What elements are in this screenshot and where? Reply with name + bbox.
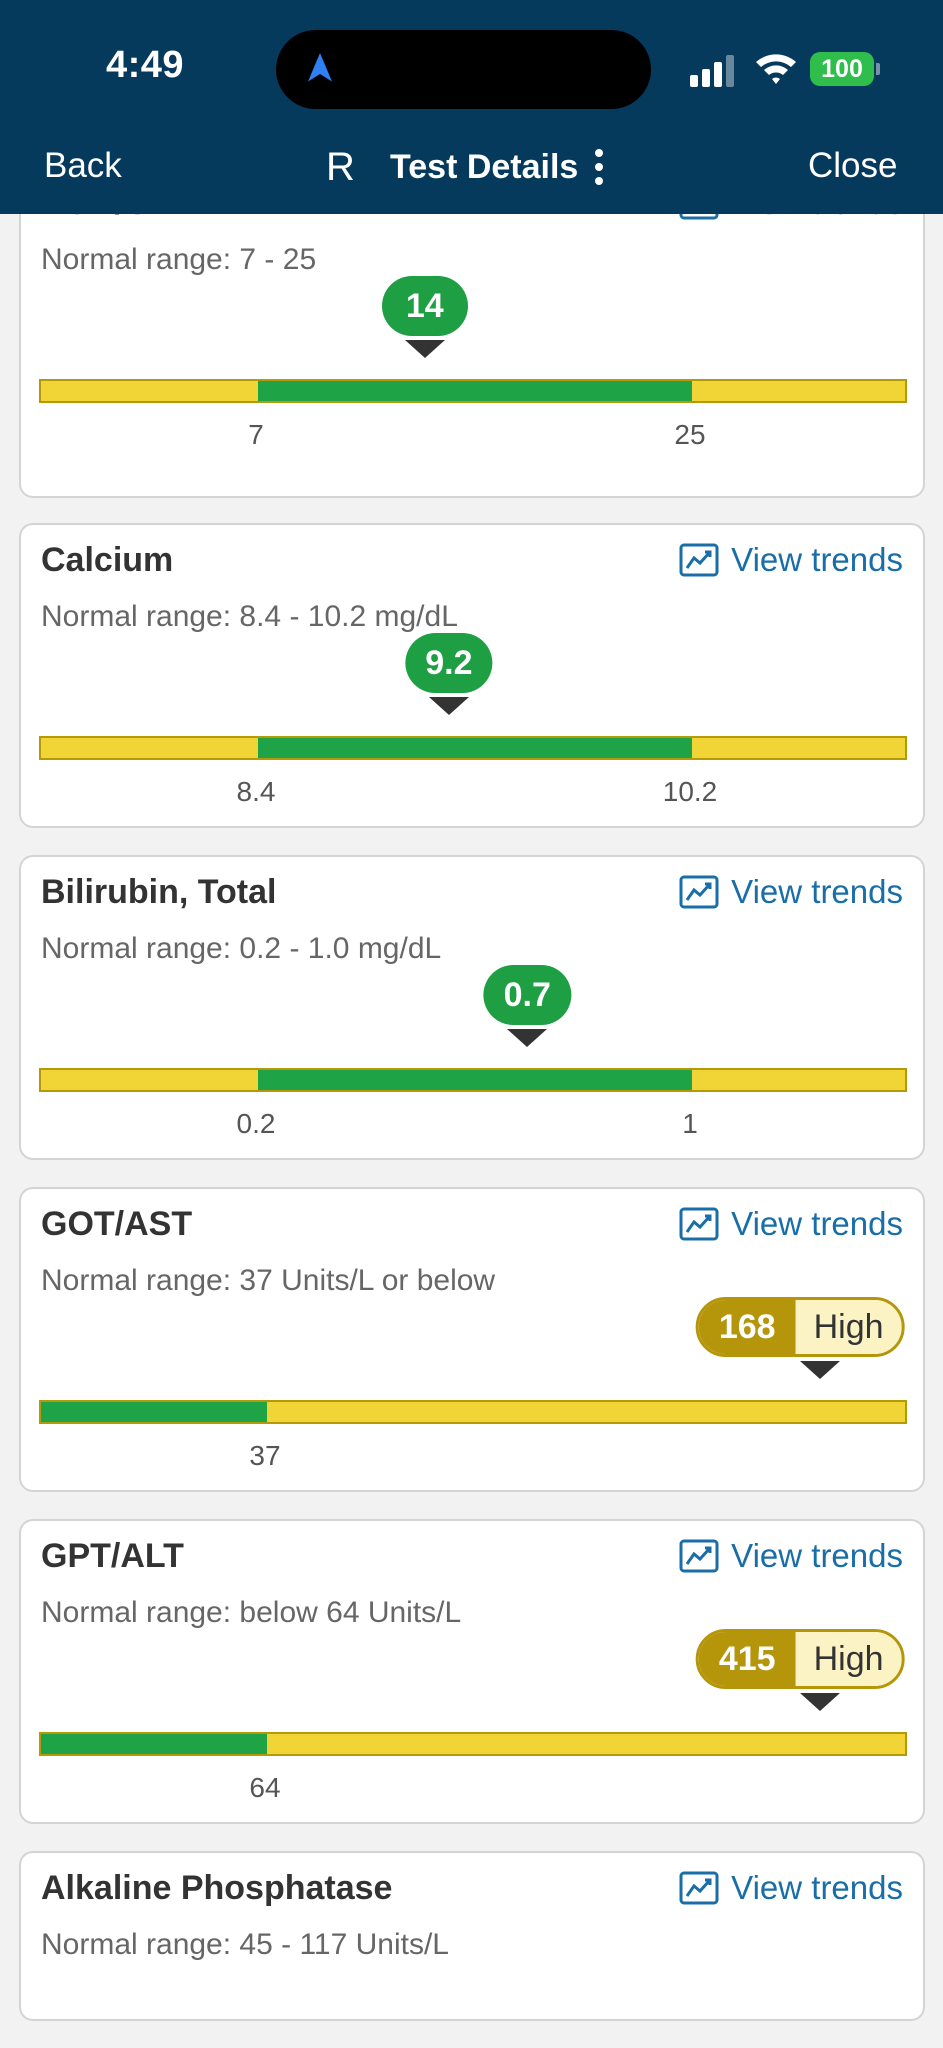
page-title: Test Details [390,147,579,186]
test-card: Alkaline Phosphatase View trends Normal ra… [19,1851,925,2021]
more-options-icon[interactable] [592,147,606,187]
normal-range-text: Normal range: 45 - 117 Units/L [41,1928,449,1961]
test-card: GOT/AST View trends Normal range: 37 Units… [19,1187,925,1492]
view-trends-label: View trends [731,1537,903,1574]
test-name: GPT/ALT [41,1537,184,1575]
battery-level: 100 [810,52,874,86]
view-trends-label: View trends [731,1869,903,1906]
view-trends-label: View trends [731,1205,903,1242]
range-tick-label: 37 [249,1440,281,1471]
result-value-badge: 14 [381,276,468,336]
normal-range-segment [41,1402,267,1422]
view-trends-label: View trends [731,873,903,910]
value-pointer-icon [404,340,445,358]
view-trends-link[interactable]: View trends [679,1869,903,1907]
range-bar [39,1400,907,1424]
view-trends-link[interactable]: View trends [679,1205,903,1243]
result-value-badge: 168 High [695,1297,905,1357]
view-trends-link[interactable]: View trends [679,873,903,911]
normal-range-segment [258,738,692,758]
range-bar [39,1068,907,1092]
patient-initial: R [326,144,355,189]
trend-chart-icon [679,875,719,909]
normal-range-segment [258,1070,692,1090]
test-name: Alkaline Phosphatase [41,1869,393,1907]
result-value: 168 [698,1300,796,1354]
result-value-badge: 9.2 [405,633,493,693]
value-pointer-icon [507,1029,548,1047]
battery-indicator: 100 [810,52,880,86]
range-bar [39,736,907,760]
test-name: Calcium [41,541,174,579]
test-card: BUN/CrView trendsNormal range: 7 - 25725… [19,180,925,498]
app-header: 4:49 100 Back R Test Details Close [0,0,943,214]
result-value-badge: 415 High [695,1629,905,1689]
range-tick-label: 25 [674,419,706,450]
value-pointer-icon [428,697,469,715]
test-card: Calcium View trends Normal range: 8.4 - 10… [19,523,925,828]
range-tick-label: 0.2 [236,1108,276,1139]
range-bar [39,379,907,403]
range-bar [39,1732,907,1756]
screen: 4:49 100 Back R Test Details Close Norma… [0,0,943,2048]
test-name: GOT/AST [41,1205,193,1243]
result-value-badge: 0.7 [483,965,571,1025]
trend-chart-icon [679,543,719,577]
test-card: Bilirubin, Total View trends Normal range:… [19,855,925,1160]
trend-chart-icon [679,1871,719,1905]
result-flag: High [795,1632,902,1686]
test-name: Bilirubin, Total [41,873,277,911]
back-button[interactable]: Back [44,146,122,186]
value-pointer-icon [800,1361,841,1379]
test-card: GPT/ALT View trends Normal range: below 64… [19,1519,925,1824]
header-title-group: R Test Details [326,143,606,191]
wifi-icon [756,54,796,84]
range-tick-label: 8.4 [236,776,276,807]
normal-range-segment [258,381,692,401]
close-button[interactable]: Close [808,146,897,186]
trend-chart-icon [679,1539,719,1573]
view-trends-link[interactable]: View trends [679,1537,903,1575]
normal-range-text: Normal range: 0.2 - 1.0 mg/dL [41,932,442,965]
result-flag: High [795,1300,902,1354]
range-tick-label: 1 [682,1108,698,1139]
view-trends-label: View trends [731,541,903,578]
dynamic-island [276,30,651,109]
view-trends-link[interactable]: View trends [679,541,903,579]
normal-range-text: Normal range: 8.4 - 10.2 mg/dL [41,600,458,633]
result-value: 415 [698,1632,796,1686]
range-tick-label: 7 [248,419,264,450]
normal-range-segment [41,1734,267,1754]
value-pointer-icon [800,1693,841,1711]
normal-range-text: Normal range: 7 - 25 [41,243,317,276]
range-tick-label: 10.2 [662,776,718,807]
range-tick-label: 64 [249,1772,281,1803]
trend-chart-icon [679,1207,719,1241]
location-arrow-icon [308,53,332,82]
cellular-signal-icon [690,55,734,87]
status-time: 4:49 [106,44,185,86]
normal-range-text: Normal range: 37 Units/L or below [41,1264,496,1297]
normal-range-text: Normal range: below 64 Units/L [41,1596,462,1629]
